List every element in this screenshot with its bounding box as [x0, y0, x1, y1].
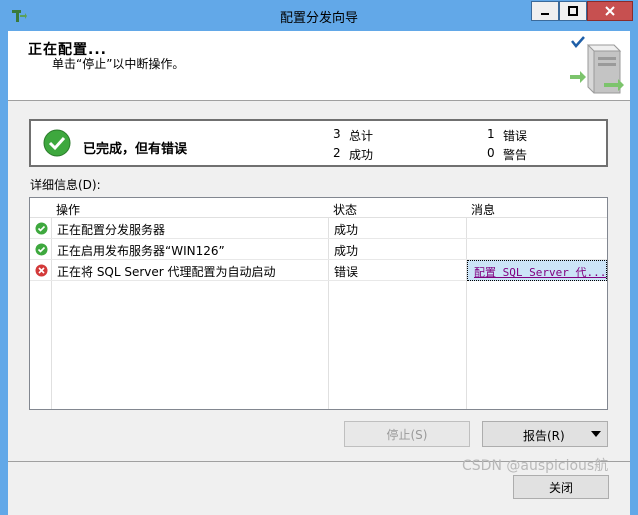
- success-label: 成功: [349, 148, 374, 162]
- error-label: 错误: [503, 129, 528, 143]
- success-icon: [35, 222, 48, 235]
- error-count: 1: [487, 127, 495, 141]
- page-subtitle: 单击“停止”以中断操作。: [52, 57, 185, 71]
- details-grid[interactable]: 操作 状态 消息 正在配置分发服务器 成功 正在启用发布服务器“WIN126” …: [29, 197, 608, 410]
- report-button-label: 报告(R): [523, 429, 565, 443]
- table-row[interactable]: 正在将 SQL Server 代理配置为自动启动 错误 配置 SQL Serve…: [30, 260, 607, 281]
- grid-header-row: 操作 状态 消息: [30, 198, 607, 218]
- column-header-status[interactable]: 状态: [333, 201, 357, 218]
- error-message-text[interactable]: 配置 SQL Server 代...: [474, 264, 606, 280]
- minimize-icon: [541, 13, 549, 15]
- wizard-header: 正在配置... 单击“停止”以中断操作。: [8, 31, 630, 101]
- watermark-text: CSDN @auspicious航: [462, 458, 609, 474]
- details-label: 详细信息(D):: [30, 178, 101, 192]
- row-status: 成功: [334, 223, 359, 237]
- completion-status-panel: 已完成，但有错误 3 总计 2 成功 1 错误 0 警告: [29, 119, 608, 167]
- dropdown-arrow-icon: [591, 431, 601, 437]
- wizard-window: 配置分发向导 正在配置... 单击“停止”以中断操作。 已完成，但有错误 3 总…: [0, 0, 638, 515]
- stop-button[interactable]: 停止(S): [344, 421, 470, 447]
- success-icon: [43, 129, 71, 157]
- report-button[interactable]: 报告(R): [482, 421, 608, 447]
- close-window-button[interactable]: [587, 1, 633, 21]
- total-label: 总计: [349, 129, 374, 143]
- close-button[interactable]: 关闭: [513, 475, 609, 499]
- row-action: 正在配置分发服务器: [57, 223, 166, 237]
- row-action: 正在启用发布服务器“WIN126”: [57, 244, 225, 258]
- completion-status-text: 已完成，但有错误: [83, 142, 188, 157]
- maximize-icon: [568, 6, 578, 16]
- title-bar[interactable]: 配置分发向导: [0, 0, 638, 31]
- error-icon: [35, 264, 48, 277]
- warning-label: 警告: [503, 148, 528, 162]
- row-status: 成功: [334, 244, 359, 258]
- warning-count: 0: [487, 146, 495, 160]
- total-count: 3: [333, 127, 341, 141]
- column-header-action[interactable]: 操作: [56, 201, 80, 218]
- wizard-client-area: 正在配置... 单击“停止”以中断操作。 已完成，但有错误 3 总计 2 成功 …: [8, 31, 630, 515]
- minimize-button[interactable]: [531, 1, 559, 21]
- server-wizard-icon: [570, 36, 624, 94]
- success-count: 2: [333, 146, 341, 160]
- column-header-message[interactable]: 消息: [471, 201, 495, 218]
- success-icon: [35, 243, 48, 256]
- close-icon: [605, 6, 615, 16]
- maximize-button[interactable]: [559, 1, 587, 21]
- table-row[interactable]: 正在配置分发服务器 成功: [30, 218, 607, 239]
- table-row[interactable]: 正在启用发布服务器“WIN126” 成功: [30, 239, 607, 260]
- error-message-link[interactable]: 配置 SQL Server 代...: [467, 260, 607, 281]
- row-action: 正在将 SQL Server 代理配置为自动启动: [57, 265, 276, 279]
- row-status: 错误: [334, 265, 359, 279]
